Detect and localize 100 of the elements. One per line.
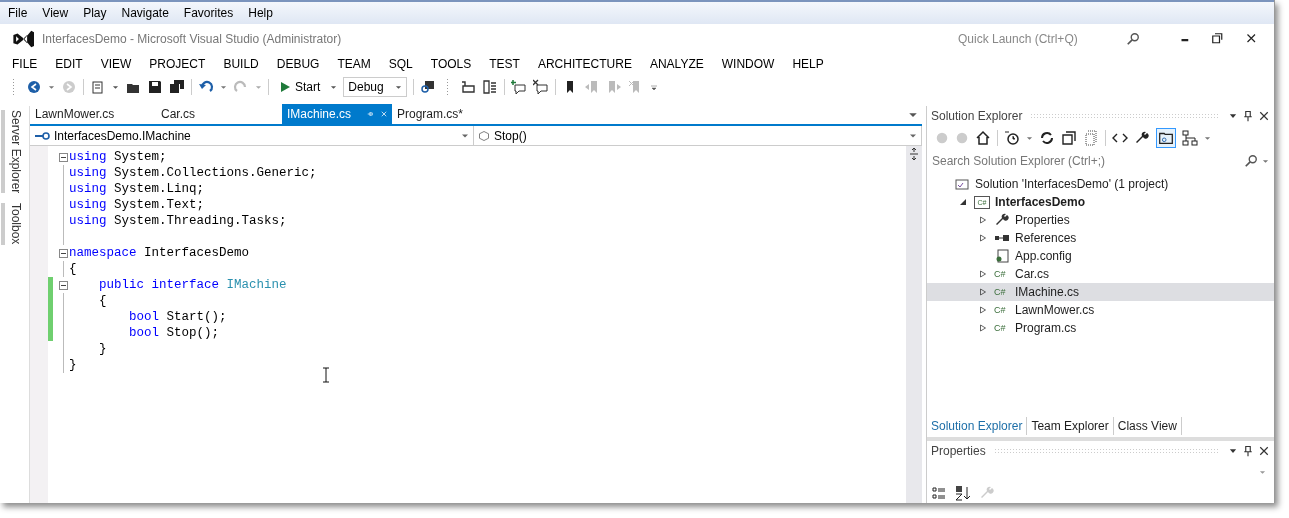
show-all-files-icon[interactable] bbox=[1083, 130, 1099, 146]
menu-item[interactable]: FILE bbox=[12, 55, 38, 73]
collapsed-arrow-icon[interactable] bbox=[979, 233, 987, 243]
code-line: { bbox=[98, 292, 107, 310]
collapsed-arrow-icon[interactable] bbox=[979, 215, 987, 225]
collapsed-arrow-icon[interactable] bbox=[979, 305, 987, 315]
panel-title: Properties bbox=[931, 443, 986, 460]
expanded-arrow-icon[interactable] bbox=[959, 198, 967, 206]
csharp-file-icon: C# bbox=[994, 304, 1010, 316]
close-icon[interactable] bbox=[1258, 110, 1270, 122]
menu-item[interactable]: HELP bbox=[792, 55, 824, 73]
caret-icon bbox=[395, 83, 403, 91]
menu-item[interactable]: Help bbox=[248, 4, 273, 22]
menu-item[interactable]: PROJECT bbox=[149, 55, 206, 73]
code-line: namespace InterfacesDemo bbox=[69, 244, 250, 262]
menu-item[interactable]: ARCHITECTURE bbox=[537, 55, 632, 73]
menu-item[interactable]: EDIT bbox=[55, 55, 83, 73]
csharp-file-icon: C# bbox=[994, 286, 1010, 298]
overflow-icon[interactable] bbox=[650, 82, 659, 92]
quick-launch-field[interactable]: Quick Launch (Ctrl+Q) bbox=[958, 30, 1118, 48]
collapse-all-icon[interactable] bbox=[1061, 130, 1077, 146]
class-diagram-icon[interactable] bbox=[1182, 130, 1198, 146]
solution-icon[interactable] bbox=[954, 176, 970, 192]
collapse-icon[interactable] bbox=[58, 152, 68, 162]
add-comment-icon[interactable] bbox=[511, 79, 528, 95]
start-button[interactable]: Start bbox=[275, 78, 325, 96]
save-icon[interactable] bbox=[147, 79, 163, 95]
menu-item[interactable]: VIEW bbox=[100, 55, 132, 73]
indent-icon[interactable] bbox=[460, 79, 477, 95]
document-tab[interactable]: Car.cs bbox=[156, 104, 282, 124]
wrench-icon[interactable] bbox=[994, 212, 1010, 228]
collapse-icon[interactable] bbox=[58, 248, 68, 258]
tree-item[interactable]: C# LawnMower.cs bbox=[927, 301, 1274, 319]
tree-item[interactable]: C# IMachine.cs bbox=[927, 283, 1274, 301]
undo-icon[interactable] bbox=[198, 79, 214, 95]
panel-tab[interactable]: Solution Explorer bbox=[927, 417, 1028, 435]
menu-item[interactable]: TEAM bbox=[337, 55, 371, 73]
search-icon[interactable] bbox=[1244, 154, 1258, 168]
menu-item[interactable]: File bbox=[8, 4, 28, 22]
menu-item[interactable]: DEBUG bbox=[276, 55, 320, 73]
config-file-icon[interactable] bbox=[994, 248, 1010, 264]
pin-icon[interactable] bbox=[1242, 110, 1254, 122]
member-dropdown[interactable]: Stop() bbox=[474, 126, 922, 145]
search-icon[interactable] bbox=[1126, 32, 1140, 46]
tree-item[interactable]: References bbox=[927, 229, 1274, 247]
menu-item[interactable]: Play bbox=[83, 4, 107, 22]
panel-tab[interactable]: Team Explorer bbox=[1027, 417, 1114, 435]
visual-studio-logo[interactable] bbox=[12, 28, 34, 50]
home-icon[interactable] bbox=[975, 130, 991, 146]
categorized-icon[interactable] bbox=[931, 485, 947, 501]
split-icon[interactable] bbox=[909, 148, 919, 160]
refresh-icon[interactable] bbox=[1039, 130, 1055, 146]
close-icon[interactable] bbox=[1258, 445, 1270, 457]
code-line: bool Start(); bbox=[128, 308, 227, 326]
save-all-icon[interactable] bbox=[169, 79, 185, 95]
restore-icon[interactable] bbox=[1212, 33, 1224, 45]
document-tab[interactable]: LawnMower.cs bbox=[30, 104, 156, 124]
menu-item[interactable]: TEST bbox=[489, 55, 520, 73]
menu-item[interactable]: Favorites bbox=[183, 4, 234, 22]
csharp-file-icon: C# bbox=[994, 268, 1010, 280]
collapsed-arrow-icon[interactable] bbox=[979, 323, 987, 333]
menu-item[interactable]: BUILD bbox=[223, 55, 259, 73]
find-in-files-icon[interactable] bbox=[420, 79, 437, 95]
preview-icon[interactable] bbox=[1156, 128, 1176, 148]
menu-item[interactable]: WINDOW bbox=[721, 55, 775, 73]
document-tab[interactable]: Program.cs* bbox=[392, 104, 518, 124]
sort-alphabetical-icon[interactable] bbox=[955, 485, 971, 501]
history-icon[interactable] bbox=[1004, 130, 1020, 146]
tree-item[interactable]: Solution 'InterfacesDemo' (1 project) bbox=[927, 175, 1274, 193]
panel-title: Solution Explorer bbox=[931, 108, 1023, 125]
type-dropdown[interactable]: InterfacesDemo.IMachine bbox=[30, 126, 474, 145]
remove-comment-icon[interactable] bbox=[533, 79, 550, 95]
menu-item[interactable]: View bbox=[42, 4, 69, 22]
configuration-dropdown[interactable]: Debug bbox=[343, 77, 408, 97]
collapse-icon[interactable] bbox=[58, 280, 68, 290]
text-cursor-icon bbox=[322, 367, 330, 383]
back-icon[interactable] bbox=[26, 79, 42, 95]
menu-item[interactable]: ANALYZE bbox=[649, 55, 704, 73]
interface-icon bbox=[34, 131, 50, 140]
tree-item[interactable]: C# Car.cs bbox=[927, 265, 1274, 283]
code-line: using System; bbox=[69, 148, 167, 166]
menu-item[interactable]: Navigate bbox=[121, 4, 169, 22]
panel-tab[interactable]: Class View bbox=[1113, 417, 1182, 435]
close-icon[interactable] bbox=[1246, 33, 1258, 45]
tree-item[interactable]: Properties bbox=[927, 211, 1274, 229]
tree-item[interactable]: App.config bbox=[927, 247, 1274, 265]
wrench-icon[interactable] bbox=[1134, 130, 1150, 146]
pin-icon[interactable] bbox=[1242, 445, 1254, 457]
new-project-icon[interactable] bbox=[90, 79, 106, 95]
collapsed-arrow-icon[interactable] bbox=[979, 287, 987, 297]
code-line: { bbox=[69, 260, 77, 278]
outline-icon[interactable] bbox=[482, 79, 499, 95]
menu-item[interactable]: SQL bbox=[388, 55, 413, 73]
code-line: using System.Text; bbox=[69, 196, 205, 214]
collapsed-arrow-icon[interactable] bbox=[979, 269, 987, 279]
tree-item[interactable]: C# Program.cs bbox=[927, 319, 1274, 337]
code-line: } bbox=[98, 340, 107, 358]
search-field[interactable]: Search Solution Explorer (Ctrl+;) bbox=[932, 152, 1244, 170]
menu-item[interactable]: TOOLS bbox=[430, 55, 472, 73]
csharp-file-icon: C# bbox=[994, 322, 1010, 334]
